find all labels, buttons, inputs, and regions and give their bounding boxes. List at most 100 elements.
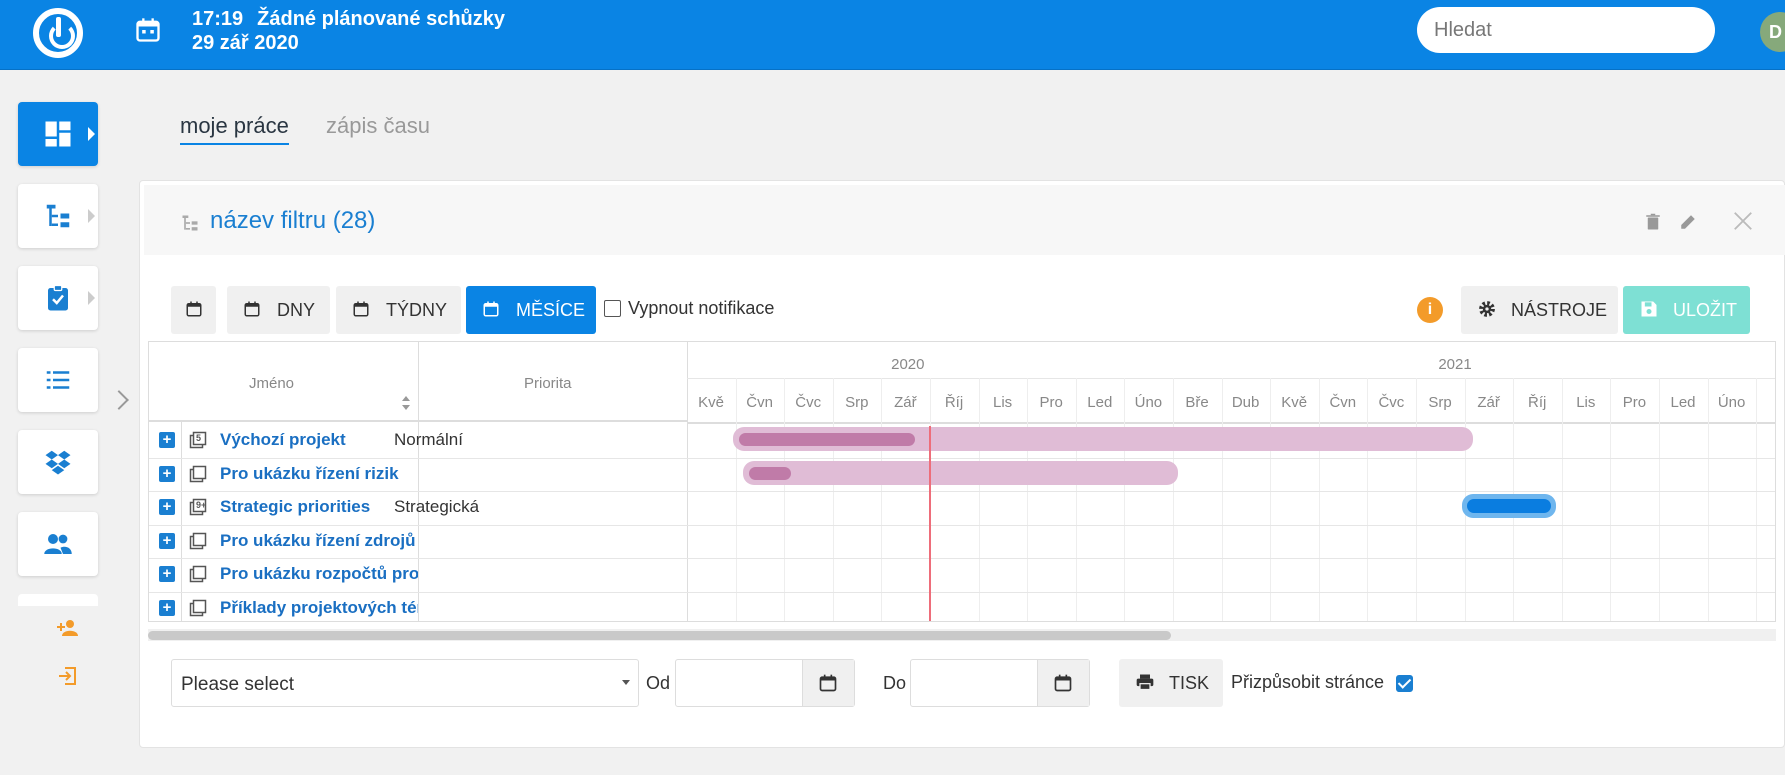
timeline-month: Úno <box>1717 394 1746 411</box>
sidebar-item-users[interactable] <box>18 512 98 576</box>
calendar-icon <box>483 301 499 317</box>
logout-icon[interactable] <box>56 664 80 688</box>
scrollbar-thumb[interactable] <box>148 631 1171 640</box>
calendar-icon <box>819 674 837 692</box>
days-view-button[interactable]: DNY <box>227 286 330 334</box>
sidebar-expand-icon[interactable] <box>109 390 129 410</box>
column-header-priority[interactable]: Priorita <box>524 375 572 392</box>
timeline-month: Srp <box>845 394 869 411</box>
project-subitem-count: 9+ <box>196 500 207 510</box>
expand-row-icon[interactable]: + <box>159 465 175 482</box>
to-date-input[interactable] <box>910 659 1090 707</box>
sidebar-item-dropbox[interactable] <box>18 430 98 494</box>
gantt-bar-progress <box>739 433 915 446</box>
print-button[interactable]: TISK <box>1119 659 1223 707</box>
project-name-link[interactable]: Strategic priorities <box>220 497 418 517</box>
close-icon[interactable] <box>1732 210 1754 232</box>
printer-icon <box>1136 674 1154 691</box>
timeline-gridline <box>1221 378 1223 621</box>
fit-to-page-checkbox[interactable] <box>1396 675 1413 692</box>
timeline-month: Pro <box>1039 394 1063 411</box>
project-name-link[interactable]: Pro ukázku řízení zdrojů <box>220 531 418 551</box>
project-name-link[interactable]: Výchozí projekt <box>220 430 418 450</box>
expand-row-icon[interactable]: + <box>159 532 175 549</box>
app-logo-icon[interactable] <box>33 8 83 58</box>
timeline-gridline <box>1561 378 1563 621</box>
project-icon <box>189 532 207 549</box>
expand-row-icon[interactable]: + <box>159 499 175 515</box>
notifications-checkbox[interactable] <box>604 300 621 317</box>
weeks-view-button[interactable]: TÝDNY <box>336 286 461 334</box>
gear-icon <box>1479 301 1495 317</box>
filter-select[interactable]: Please select <box>171 659 639 707</box>
timeline-year: 2021 <box>1438 356 1472 373</box>
timeline-month: Bře <box>1185 394 1209 411</box>
timeline-month: Říj <box>944 394 964 411</box>
to-date-picker-button[interactable] <box>1037 660 1089 706</box>
info-icon[interactable]: i <box>1417 297 1443 323</box>
tab-time-entry[interactable]: zápis času <box>326 113 430 139</box>
today-line <box>929 426 931 621</box>
sidebar-item-hierarchy[interactable] <box>18 184 98 248</box>
header-bottom-border <box>687 422 1775 424</box>
gantt-bar-project[interactable] <box>743 461 1178 485</box>
sidebar-item-dashboard[interactable] <box>18 102 98 166</box>
disable-notifications[interactable]: Vypnout notifikace <box>604 298 774 319</box>
sidebar-item-tasks[interactable] <box>18 266 98 330</box>
filter-select-value: Please select <box>181 674 295 695</box>
tab-my-work[interactable]: moje práce <box>180 113 289 145</box>
timeline-gridline <box>881 378 883 621</box>
timeline-divider <box>687 378 1775 379</box>
gantt-table: Jméno Priorita 2020 2021 Kvě Čvn Čvc Srp Zář Ří… <box>148 341 1776 622</box>
tree-icon <box>46 204 70 228</box>
from-date-picker-button[interactable] <box>802 660 854 706</box>
current-time: 17:19 <box>192 8 244 30</box>
current-time-line: 17:19 Žádné plánované schůzky <box>192 8 519 31</box>
avatar[interactable]: D <box>1760 12 1785 52</box>
filter-panel: název filtru (28) DNY TÝDNY MĚSÍCE Vypno… <box>139 180 1785 748</box>
project-subitem-count: 5 <box>196 433 202 443</box>
panel-header: název filtru (28) <box>144 185 1785 255</box>
from-date-input[interactable] <box>675 659 855 707</box>
timeline-gridline <box>1416 378 1417 621</box>
pencil-icon[interactable] <box>1679 213 1697 231</box>
row-divider <box>149 457 1775 459</box>
expand-row-icon[interactable]: + <box>159 599 175 616</box>
timeline-gridline <box>784 378 786 621</box>
calendar-button[interactable] <box>171 286 216 334</box>
timeline-gridline <box>1173 378 1174 621</box>
meeting-status[interactable]: Žádné plánované schůzky <box>257 8 505 30</box>
timeline-month: Čvc <box>1378 394 1405 411</box>
gantt-bar-progress <box>1467 499 1551 513</box>
dropbox-icon <box>45 450 71 475</box>
timeline-month: Pro <box>1622 394 1647 411</box>
timeline-month: Kvě <box>698 394 724 411</box>
calendar-icon[interactable] <box>134 16 162 44</box>
days-view-label: DNY <box>277 300 316 320</box>
chevron-right-icon <box>88 209 95 223</box>
months-view-button[interactable]: MĚSÍCE <box>466 286 596 334</box>
expand-row-icon[interactable]: + <box>159 432 175 448</box>
sort-icon[interactable] <box>401 395 411 411</box>
list-icon <box>46 371 70 389</box>
add-user-icon[interactable] <box>56 616 80 640</box>
save-button[interactable]: ULOŽIT <box>1623 286 1750 334</box>
column-header-name[interactable]: Jméno <box>249 375 294 392</box>
timeline-month: Úno <box>1134 394 1163 411</box>
search-input[interactable] <box>1417 7 1715 53</box>
expand-row-icon[interactable]: + <box>159 566 175 582</box>
trash-icon[interactable] <box>1644 213 1662 231</box>
project-name-link[interactable]: Příklady projektových témat <box>220 598 418 618</box>
users-icon <box>44 534 72 554</box>
column-divider <box>687 342 688 621</box>
sidebar-item-list[interactable] <box>18 348 98 412</box>
horizontal-scrollbar[interactable] <box>148 629 1776 641</box>
from-label: Od <box>646 673 671 693</box>
tools-button[interactable]: NÁSTROJE <box>1461 286 1618 334</box>
project-name-link[interactable]: Pro ukázku rozpočtů projektů <box>220 564 418 584</box>
floppy-icon <box>1641 301 1657 317</box>
project-name-link[interactable]: Pro ukázku řízení rizik <box>220 464 418 484</box>
current-date: 29 zář 2020 <box>192 32 299 54</box>
project-icon <box>189 565 207 583</box>
caret-down-icon <box>622 680 630 685</box>
